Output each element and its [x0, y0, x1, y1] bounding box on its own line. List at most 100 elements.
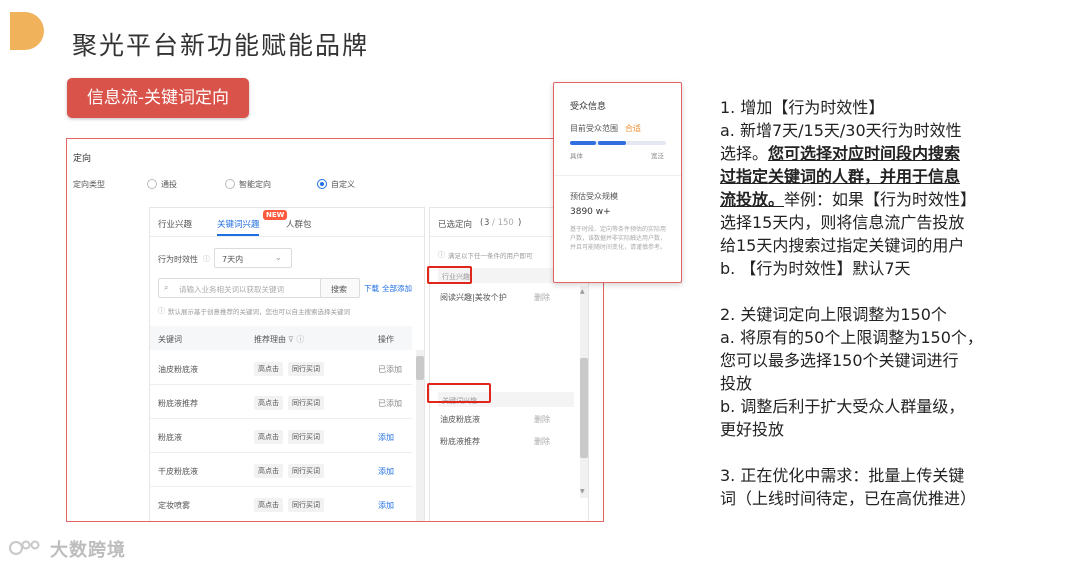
note-p3-line: 3. 正在优化中需求：批量上传关键 — [720, 466, 965, 485]
row-action: 已添加 — [378, 365, 402, 374]
note-emphasis: 过指定关键词的人群，并用于信息 — [720, 167, 961, 186]
popup-divider — [554, 175, 681, 176]
watermark-logo-icon — [9, 540, 40, 555]
row-keyword: 定妆喷雾 — [158, 501, 190, 510]
row-keyword: 粉底液推荐 — [158, 399, 198, 408]
estimate-value: 3890 w+ — [570, 207, 611, 217]
tab-divider — [150, 236, 424, 237]
section-label: 信息流-关键词定向 — [67, 78, 249, 118]
filter-icon[interactable]: ⊽ ⓘ — [288, 334, 304, 345]
slide-logo-mark — [10, 12, 44, 50]
add-all-link[interactable]: 全部添加 — [382, 283, 412, 294]
row-add-button[interactable]: 添加 — [378, 432, 394, 443]
search-placeholder: 请输入业务相关词以获取关键词 — [179, 285, 284, 294]
note-p1-tail: 举例：如果【行为时效性】 — [784, 190, 977, 209]
row-divider — [150, 384, 412, 385]
audience-title: 受众信息 — [570, 102, 607, 112]
delete-button[interactable]: 删除 — [534, 292, 550, 303]
selected-item: 阅读兴趣|美妆个护 — [440, 293, 507, 302]
hint-info-icon: ⓘ — [158, 307, 165, 315]
scale-left-label: 具体 — [570, 152, 583, 160]
row-tag: 高点击 — [254, 396, 283, 410]
radio-option-custom[interactable] — [317, 179, 327, 189]
radio-option-all[interactable] — [147, 179, 157, 189]
radio-label-smart: 智能定向 — [239, 180, 271, 189]
radio-option-smart[interactable] — [225, 179, 235, 189]
highlight-industry-group — [427, 266, 472, 284]
radio-label-all: 通投 — [161, 180, 177, 189]
selected-count-open: ( — [480, 218, 484, 228]
tab-audience-pack[interactable]: 人群包 — [286, 218, 312, 230]
effect-label: 行为时效性 — [158, 255, 198, 264]
selected-scrollbar-thumb[interactable] — [580, 358, 588, 458]
col-action: 操作 — [378, 335, 394, 344]
row-add-button[interactable]: 添加 — [378, 500, 394, 511]
note-p2-line: b. 调整后利于扩大受众人群量级， — [720, 397, 965, 416]
row-divider — [150, 452, 412, 453]
download-link[interactable]: 下载 — [364, 283, 379, 294]
targeting-type-label: 定向类型 — [73, 180, 105, 189]
chevron-down-icon: ⌄ — [275, 253, 282, 262]
row-tag: 同行买词 — [288, 396, 324, 410]
note-p1-title: 1. 增加【行为时效性】 — [720, 98, 885, 117]
row-tag: 同行买词 — [288, 498, 324, 512]
search-button-label: 搜索 — [331, 285, 347, 294]
estimate-label: 预估受众规模 — [570, 192, 618, 201]
tab-active-indicator — [217, 234, 259, 236]
targeting-screenshot: 定向 定向类型 通投 智能定向 自定义 行业兴趣 关键词兴趣 NEW 人群包 行… — [66, 138, 604, 522]
tab-keyword-interest[interactable]: 关键词兴趣 — [217, 218, 260, 230]
watermark-text: 大数跨境 — [50, 540, 126, 561]
delete-button[interactable]: 删除 — [534, 414, 550, 425]
row-add-button[interactable]: 添加 — [378, 466, 394, 477]
keyword-hint: 默认展示基于创意推荐的关键词，您也可以自主搜索选择关键词 — [168, 308, 350, 316]
scroll-up-icon[interactable]: ▲ — [580, 288, 585, 295]
row-keyword: 油皮粉底液 — [158, 365, 198, 374]
row-tag: 同行买词 — [288, 430, 324, 444]
row-tag: 高点击 — [254, 430, 283, 444]
note-p1-a-line: a. 新增7天/15天/30天行为时效性 — [720, 121, 962, 140]
scale-right-label: 宽泛 — [651, 152, 664, 160]
row-action: 已添加 — [378, 399, 402, 408]
estimate-note: 基于时段、定向等条件预估的实际用户数，该数据并非实际触达用户数，并且可能随时间变… — [570, 226, 667, 251]
note-p1-more-line: 选择15天内，则将信息流广告投放 — [720, 213, 965, 232]
selected-hint: 满足以下任一条件的用户即可 — [448, 252, 533, 260]
keyword-picker-panel: 行业兴趣 关键词兴趣 NEW 人群包 行为时效性 ⓘ 7天内 ⌄ ⌕ 请输入业务… — [149, 207, 425, 521]
note-p3-line: 词（上线时间待定，已在高优推进） — [720, 489, 977, 508]
effect-select-value: 7天内 — [222, 255, 244, 264]
effect-select[interactable]: 7天内 ⌄ — [214, 248, 292, 268]
note-p1-line: 流投放。举例：如果【行为时效性】 — [720, 188, 1050, 211]
search-button[interactable]: 搜索 — [320, 278, 360, 298]
selected-title: 已选定向 — [438, 220, 473, 230]
scroll-down-icon[interactable]: ▼ — [580, 488, 585, 495]
tab-industry-interest[interactable]: 行业兴趣 — [158, 218, 192, 230]
selected-count-close: ) — [518, 218, 522, 228]
search-input[interactable]: ⌕ 请输入业务相关词以获取关键词 — [158, 278, 344, 298]
note-p1-line: 过指定关键词的人群，并用于信息 — [720, 165, 1050, 188]
note-p1-more-line: 给15天内搜索过指定关键词的用户 — [720, 236, 965, 255]
audience-range-status: 合适 — [625, 124, 641, 133]
row-divider — [150, 486, 412, 487]
feature-notes: 1. 增加【行为时效性】 a. 新增7天/15天/30天行为时效性 选择。您可选… — [720, 96, 1050, 510]
new-badge: NEW — [263, 210, 288, 220]
note-p2-title: 2. 关键词定向上限调整为150个 — [720, 305, 947, 324]
audience-info-popup: 受众信息 目前受众范围 合适 具体 宽泛 预估受众规模 3890 w+ 基于时段… — [553, 82, 682, 283]
note-p2-line: 您可以最多选择150个关键词进行 — [720, 351, 959, 370]
note-p2-line: 更好投放 — [720, 420, 785, 439]
row-keyword: 粉底液 — [158, 433, 182, 442]
info-icon: ⓘ — [203, 255, 210, 263]
row-keyword: 干皮粉底液 — [158, 467, 198, 476]
note-p2-line: 投放 — [720, 374, 753, 393]
selected-count: 3 — [484, 218, 490, 228]
table-scrollbar-thumb[interactable] — [416, 356, 424, 380]
audience-range-label: 目前受众范围 — [570, 124, 618, 133]
radio-label-custom: 自定义 — [331, 180, 355, 189]
note-p1-line: 选择。您可选择对应时间段内搜索 — [720, 142, 1050, 165]
audience-gauge-fill — [598, 141, 626, 145]
note-p1-a-line: 选择。 — [720, 144, 769, 163]
row-tag: 同行买词 — [288, 362, 324, 376]
col-keyword: 关键词 — [158, 335, 182, 344]
row-tag: 高点击 — [254, 464, 283, 478]
selected-hint-icon: ⓘ — [438, 251, 445, 259]
delete-button[interactable]: 删除 — [534, 436, 550, 447]
note-p1-b: b. 【行为时效性】默认7天 — [720, 259, 911, 278]
